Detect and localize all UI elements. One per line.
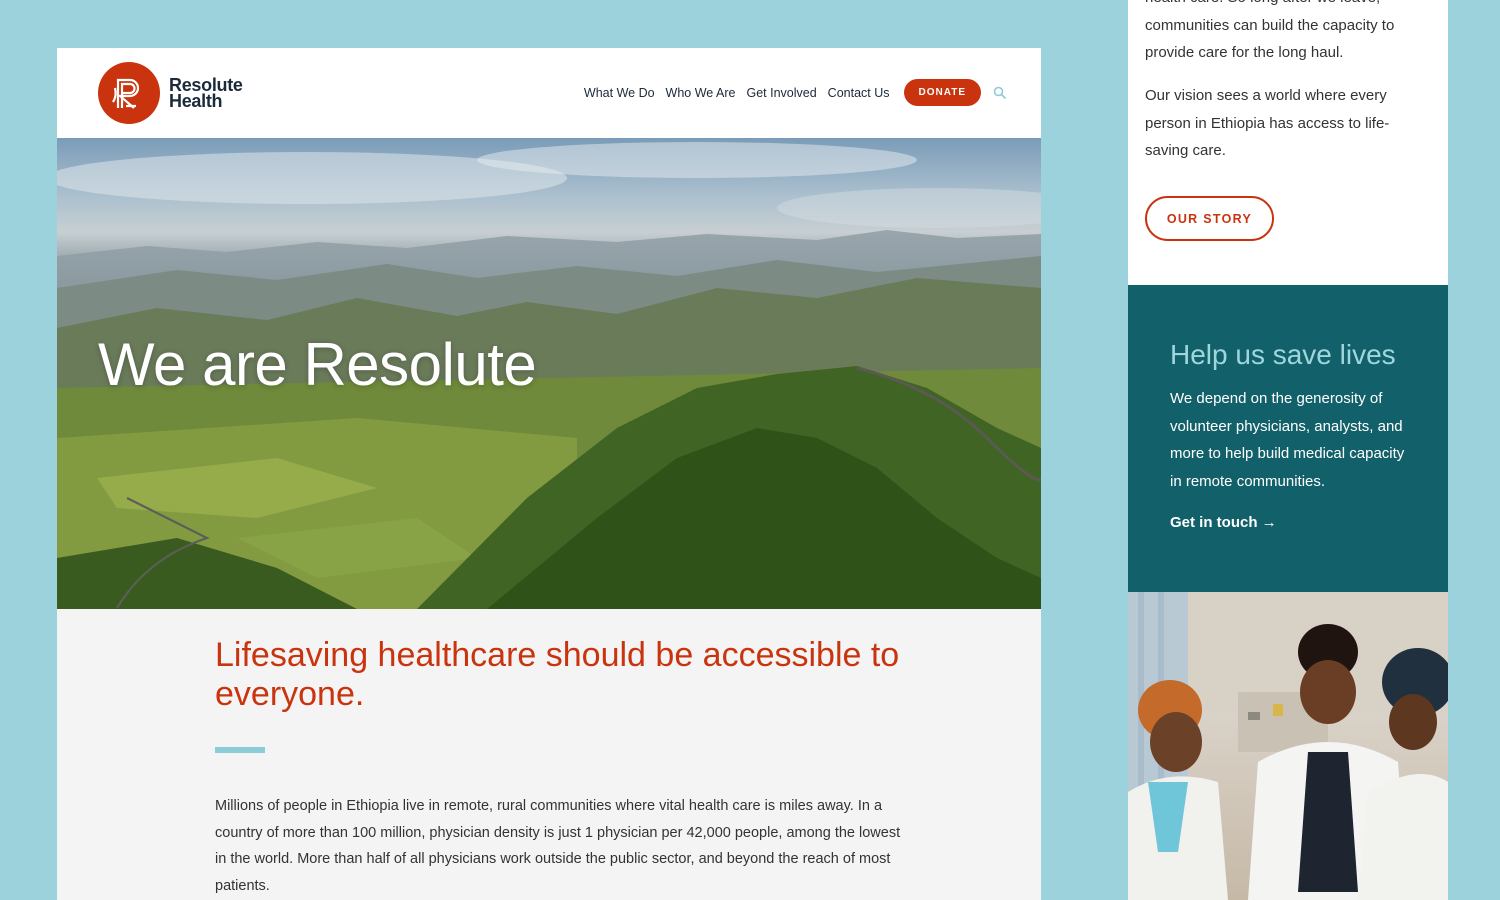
mobile-about-text: health care. So long after we leave, com…: [1145, 0, 1395, 61]
logo-line-2: Health: [169, 91, 223, 111]
mobile-vision-text: Our vision sees a world where every pers…: [1145, 87, 1390, 159]
logo-wordmark: Resolute Health: [169, 76, 243, 111]
search-icon[interactable]: [993, 86, 1007, 100]
main-nav: What We Do Who We Are Get Involved Conta…: [573, 79, 981, 106]
get-in-touch-link[interactable]: Get in touch →: [1170, 514, 1277, 531]
doctors-photo: [1128, 592, 1448, 900]
site-header: Resolute Health What We Do Who We Are Ge…: [57, 48, 1041, 138]
help-body: We depend on the generosity of volunteer…: [1170, 390, 1405, 490]
mobile-page-mockup: health care. So long after we leave, com…: [1128, 0, 1448, 900]
hero-title: We are Resolute: [98, 331, 537, 398]
logo-mark-icon: [98, 62, 160, 124]
nav-contact-us[interactable]: Contact Us: [828, 86, 890, 100]
our-story-button[interactable]: OUR STORY: [1145, 196, 1274, 241]
donate-button[interactable]: DONATE: [903, 79, 981, 106]
help-section: Help us save lives We depend on the gene…: [1128, 285, 1448, 592]
intro-body: Millions of people in Ethiopia live in r…: [215, 798, 901, 894]
nav-who-we-are[interactable]: Who We Are: [666, 86, 736, 100]
nav-what-we-do[interactable]: What We Do: [584, 86, 655, 100]
intro-headline: Lifesaving healthcare should be accessib…: [215, 636, 900, 713]
nav-get-involved[interactable]: Get Involved: [746, 86, 816, 100]
mobile-about-section: health care. So long after we leave, com…: [1128, 0, 1448, 285]
desktop-page-mockup: Resolute Health What We Do Who We Are Ge…: [57, 48, 1041, 900]
help-title: Help us save lives: [1170, 339, 1396, 370]
logo[interactable]: Resolute Health: [98, 62, 243, 124]
hero-banner: We are Resolute: [57, 138, 1041, 609]
accent-divider: [215, 747, 265, 753]
intro-section: Lifesaving healthcare should be accessib…: [215, 636, 905, 899]
